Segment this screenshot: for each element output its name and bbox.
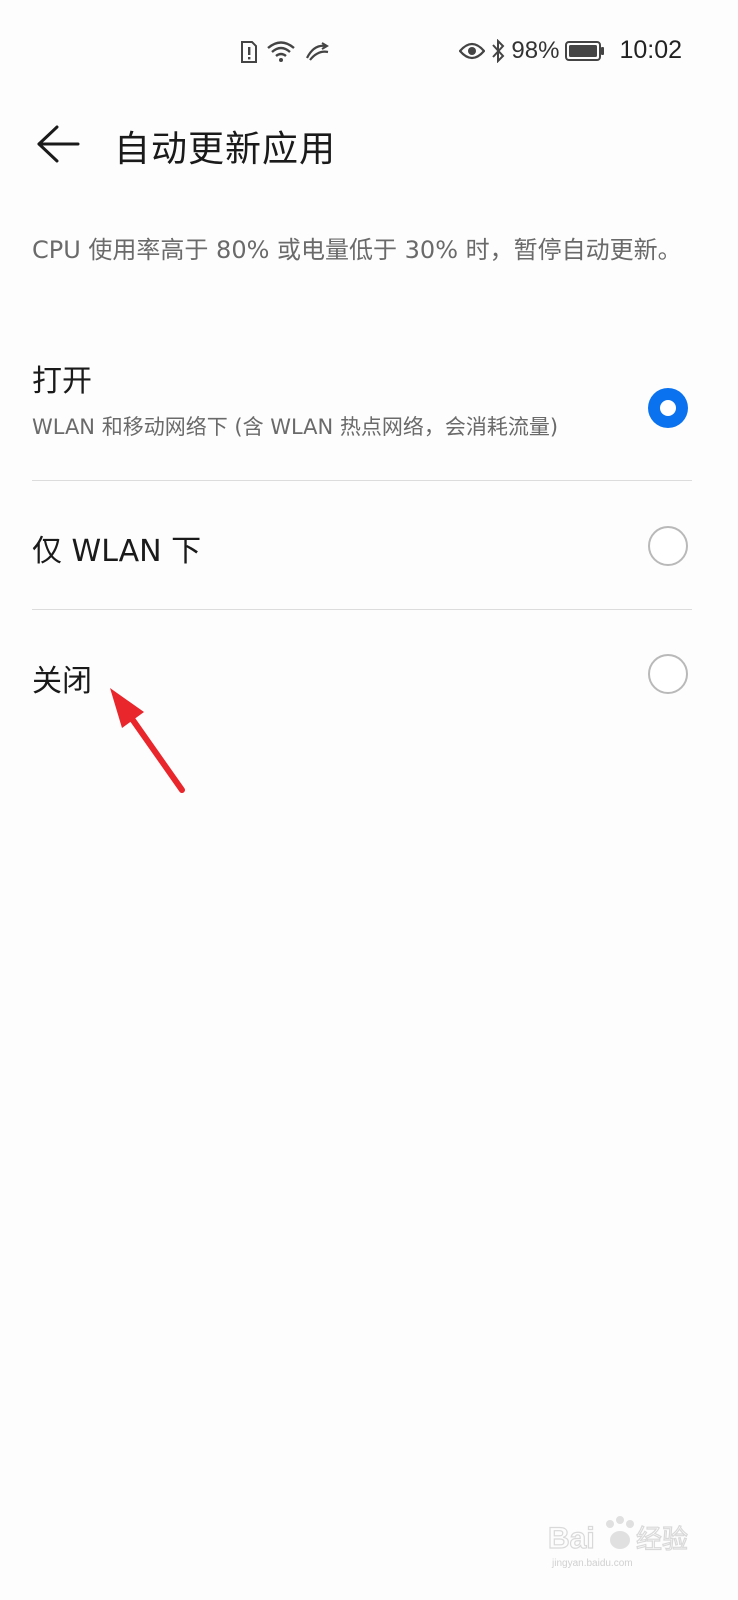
annotation-arrow-icon: [110, 688, 185, 793]
baidu-jingyan-watermark: Bai 经验 jingyan.baidu.com: [547, 1510, 698, 1574]
svg-text:Bai: Bai: [548, 1522, 595, 1555]
svg-text:jingyan.baidu.com: jingyan.baidu.com: [551, 1558, 633, 1569]
settings-screen: 98% 10:02 自动更新应用 CPU 使用率高于 80% 或电量低于 30%…: [0, 0, 738, 1600]
svg-text:经验: 经验: [636, 1524, 688, 1554]
baidu-paw-icon: Bai 经验 jingyan.baidu.com: [547, 1516, 689, 1569]
